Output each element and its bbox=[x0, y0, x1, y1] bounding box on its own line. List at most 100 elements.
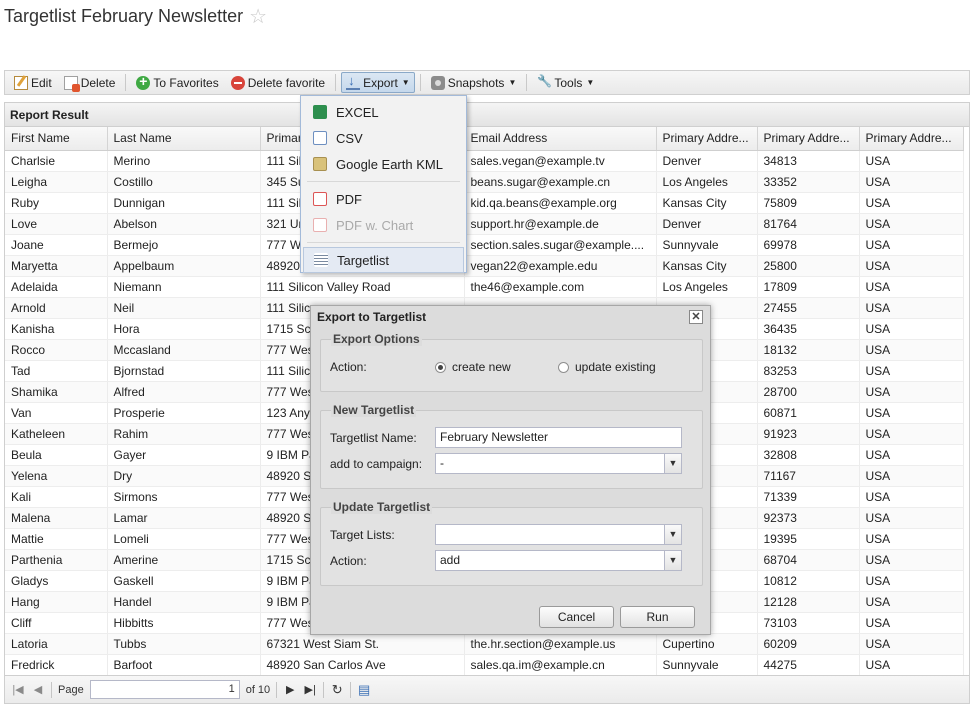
delete-button[interactable]: Delete bbox=[59, 72, 121, 93]
table-cell: 12128 bbox=[757, 591, 860, 613]
close-icon[interactable]: ✕ bbox=[689, 310, 703, 324]
chevron-down-icon[interactable]: ▼ bbox=[664, 551, 681, 570]
target-lists-select[interactable]: ▼ bbox=[435, 524, 682, 545]
update-targetlist-fieldset: Update Targetlist Target Lists: ▼ Action… bbox=[320, 500, 703, 586]
cancel-button[interactable]: Cancel bbox=[539, 606, 614, 628]
table-cell: 33352 bbox=[757, 171, 860, 193]
table-cell: Kanisha bbox=[5, 318, 108, 340]
table-cell: USA bbox=[859, 402, 964, 424]
table-row[interactable]: Latoria Tubbs 67321 West Siam St. the.hr.se… bbox=[5, 633, 964, 655]
last-page-icon[interactable]: ▶| bbox=[303, 683, 317, 697]
run-button[interactable]: Run bbox=[620, 606, 695, 628]
menu-item-label: Google Earth KML bbox=[336, 156, 443, 172]
table-cell: USA bbox=[859, 213, 964, 235]
table-cell: Cupertino bbox=[656, 633, 758, 655]
menu-item-pdf[interactable]: PDF bbox=[303, 186, 464, 212]
export-options-fieldset: Export Options Action: create new update… bbox=[320, 332, 703, 392]
table-cell: Arnold bbox=[5, 297, 108, 319]
table-cell: USA bbox=[859, 654, 964, 675]
page-label: Page bbox=[58, 683, 84, 696]
table-cell: 69978 bbox=[757, 234, 860, 256]
table-cell: kid.qa.beans@example.org bbox=[464, 192, 657, 214]
delete-favorite-button[interactable]: Delete favorite bbox=[226, 72, 330, 93]
table-cell: USA bbox=[859, 360, 964, 382]
table-cell: 27455 bbox=[757, 297, 860, 319]
table-cell: USA bbox=[859, 318, 964, 340]
chevron-down-icon[interactable]: ▼ bbox=[664, 454, 681, 473]
table-cell: Bermejo bbox=[107, 234, 261, 256]
to-favorites-button[interactable]: To Favorites bbox=[131, 72, 223, 93]
table-cell: USA bbox=[859, 507, 964, 529]
table-cell: Ruby bbox=[5, 192, 108, 214]
toolbar-separator bbox=[419, 74, 421, 91]
table-row[interactable]: Adelaida Niemann 111 Silicon Valley Road th… bbox=[5, 276, 964, 298]
table-cell: Neil bbox=[107, 297, 261, 319]
tools-label: Tools bbox=[554, 75, 583, 90]
table-cell: Barfoot bbox=[107, 654, 261, 675]
table-cell: USA bbox=[859, 297, 964, 319]
tools-button[interactable]: Tools ▼ bbox=[532, 72, 599, 93]
export-button[interactable]: Export ▼ bbox=[341, 72, 415, 93]
targetlist-name-input[interactable]: February Newsletter bbox=[435, 427, 682, 448]
table-row[interactable]: Charlsie Merino 111 Sil sales.vegan@example… bbox=[5, 150, 964, 172]
table-row[interactable]: Ruby Dunnigan 111 Sil kid.qa.beans@example.… bbox=[5, 192, 964, 214]
toolbar-separator bbox=[526, 74, 528, 91]
snapshots-button[interactable]: Snapshots ▼ bbox=[426, 72, 522, 93]
chevron-down-icon: ▼ bbox=[508, 78, 517, 87]
table-cell: 60209 bbox=[757, 633, 860, 655]
column-header[interactable]: Email Address bbox=[464, 127, 657, 151]
create-new-radio[interactable] bbox=[435, 361, 446, 373]
column-header[interactable]: Primary Addre... bbox=[859, 127, 964, 151]
pager-separator bbox=[350, 681, 352, 698]
menu-item-targetlist[interactable]: Targetlist bbox=[303, 247, 464, 273]
column-header[interactable]: First Name bbox=[5, 127, 108, 151]
export-page-icon[interactable]: ▤ bbox=[357, 682, 371, 697]
table-row[interactable]: Maryetta Appelbaum 48920 vegan22@example.ed… bbox=[5, 255, 964, 277]
new-targetlist-fieldset: New Targetlist Targetlist Name: February… bbox=[320, 403, 703, 489]
table-cell: Tad bbox=[5, 360, 108, 382]
table-cell: Merino bbox=[107, 150, 261, 172]
refresh-icon[interactable]: ↻ bbox=[330, 682, 344, 697]
menu-item-kml[interactable]: Google Earth KML bbox=[303, 151, 464, 177]
campaign-select[interactable]: - ▼ bbox=[435, 453, 682, 474]
table-row[interactable]: Fredrick Barfoot 48920 San Carlos Ave sales… bbox=[5, 654, 964, 675]
table-cell: USA bbox=[859, 549, 964, 571]
update-existing-radio[interactable] bbox=[558, 361, 569, 373]
table-row[interactable]: Leigha Costillo 345 Su beans.sugar@example.… bbox=[5, 171, 964, 193]
menu-item-excel[interactable]: EXCEL bbox=[303, 99, 464, 125]
edit-button[interactable]: Edit bbox=[9, 72, 57, 93]
table-cell: Denver bbox=[656, 213, 758, 235]
list-icon bbox=[314, 253, 328, 267]
delete-favorite-label: Delete favorite bbox=[247, 75, 326, 90]
page-input[interactable]: 1 bbox=[89, 680, 240, 699]
table-cell: 111 Silicon Valley Road bbox=[260, 276, 465, 298]
fieldset-legend: Update Targetlist bbox=[331, 500, 433, 514]
table-row[interactable]: Joane Bermejo 777 Wsection.sales.sugar@exa… bbox=[5, 234, 964, 256]
table-cell: 91923 bbox=[757, 423, 860, 445]
table-cell: Fredrick bbox=[5, 654, 108, 675]
update-action-select[interactable]: add ▼ bbox=[435, 550, 682, 571]
menu-item-csv[interactable]: CSV bbox=[303, 125, 464, 151]
export-icon bbox=[346, 73, 361, 90]
table-cell: 92373 bbox=[757, 507, 860, 529]
column-header[interactable]: Primary Addre... bbox=[757, 127, 860, 151]
table-cell: Mccasland bbox=[107, 339, 261, 361]
toolbar: Edit Delete To Favorites Delete favorite… bbox=[4, 70, 970, 95]
table-cell: Dry bbox=[107, 465, 261, 487]
table-cell: 48920 San Carlos Ave bbox=[260, 654, 465, 675]
star-icon[interactable]: ☆ bbox=[249, 7, 267, 27]
table-cell: Hang bbox=[5, 591, 108, 613]
prev-page-icon[interactable]: ◀ bbox=[31, 683, 45, 697]
chevron-down-icon[interactable]: ▼ bbox=[664, 525, 681, 544]
table-cell: USA bbox=[859, 444, 964, 466]
first-page-icon[interactable]: |◀ bbox=[11, 683, 25, 697]
table-cell: sales.vegan@example.tv bbox=[464, 150, 657, 172]
column-header[interactable]: Primary Addre... bbox=[656, 127, 758, 151]
table-row[interactable]: Love Abelson 321 Ur support.hr@example.de De… bbox=[5, 213, 964, 235]
table-cell: USA bbox=[859, 150, 964, 172]
next-page-icon[interactable]: ▶ bbox=[283, 683, 297, 697]
chevron-down-icon: ▼ bbox=[586, 78, 595, 87]
table-cell: Hibbitts bbox=[107, 612, 261, 634]
targetlist-name-label: Targetlist Name: bbox=[330, 431, 417, 445]
column-header[interactable]: Last Name bbox=[107, 127, 261, 151]
